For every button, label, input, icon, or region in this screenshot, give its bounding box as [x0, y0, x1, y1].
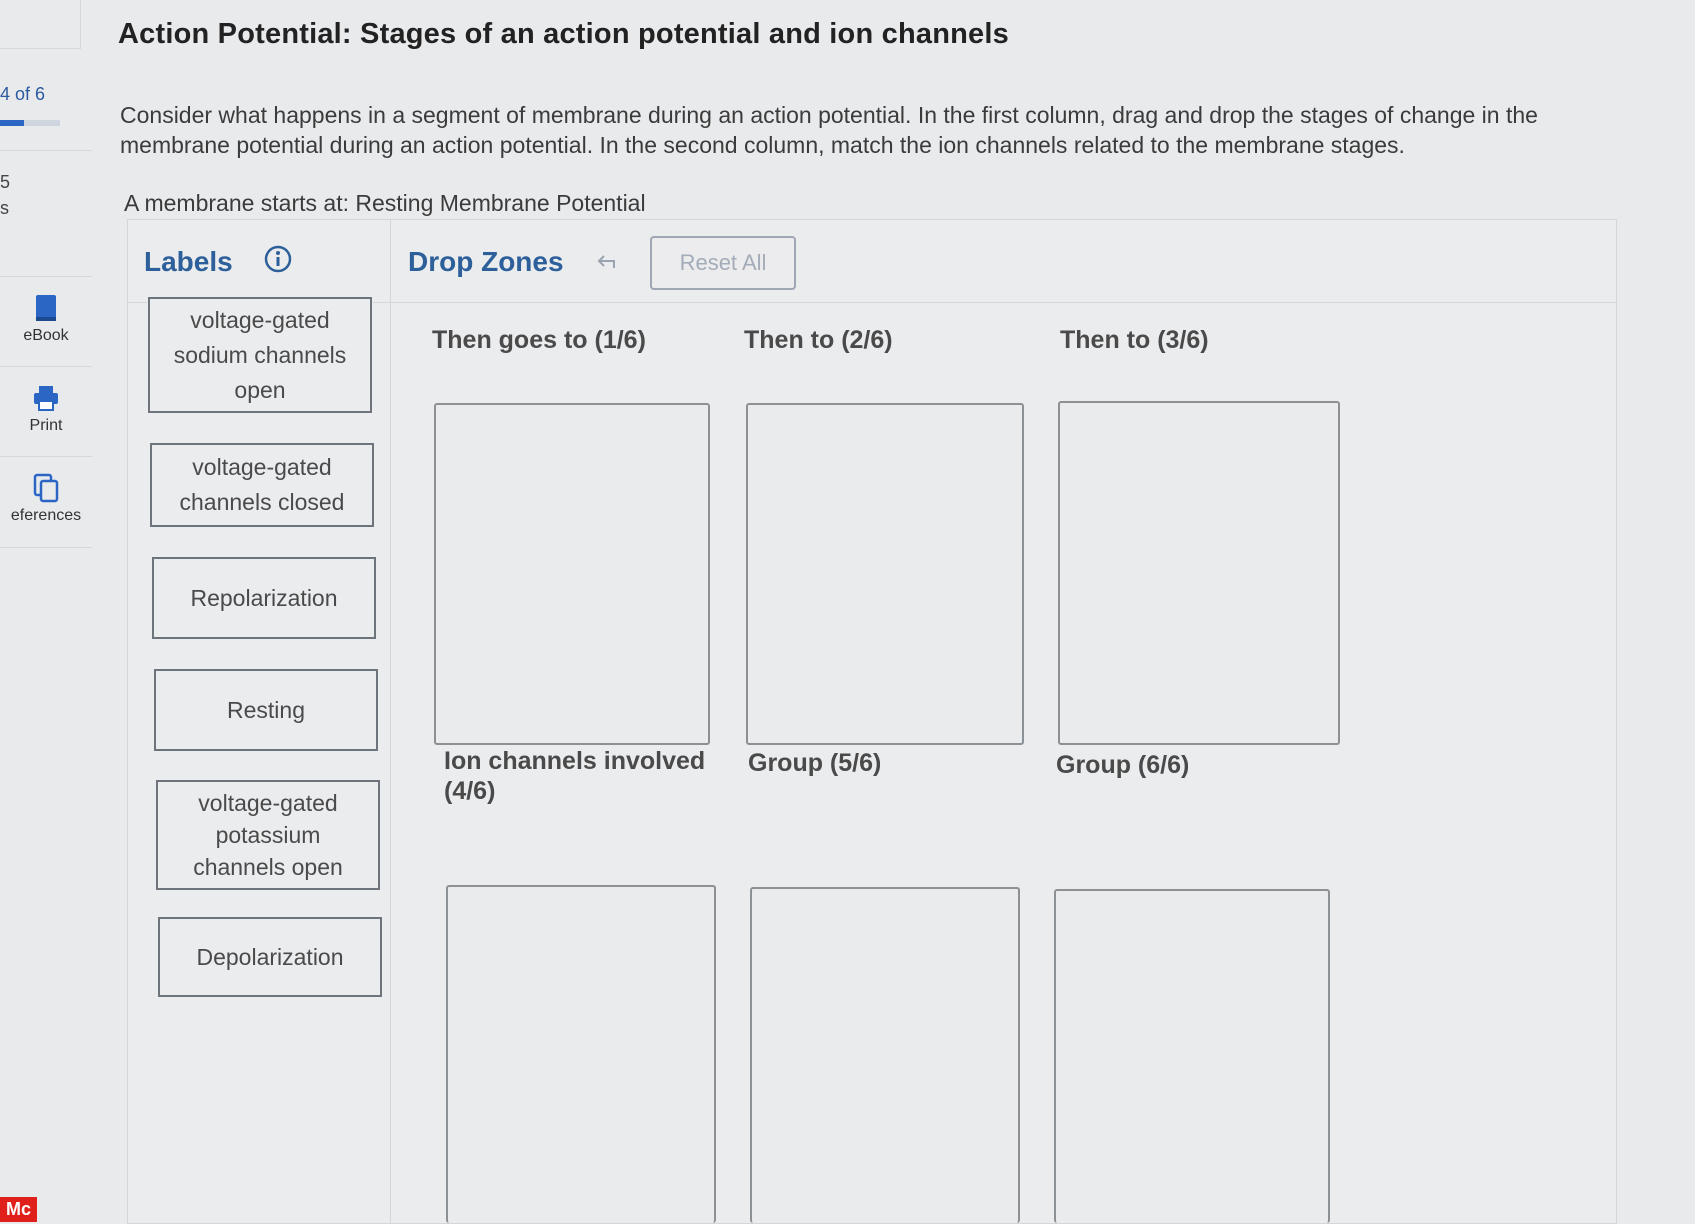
drop-zone-title: Group (5/6) [748, 749, 882, 777]
label-card[interactable]: voltage-gated potassium channels open [156, 780, 380, 890]
label-card[interactable]: voltage-gated channels closed [150, 443, 374, 527]
label-card[interactable]: Repolarization [152, 557, 376, 639]
drop-zone-title: Then to (3/6) [1060, 326, 1209, 354]
question-progress-fill [0, 120, 24, 126]
drop-zone-title: Then goes to (1/6) [432, 326, 646, 354]
rail-fragment: s [0, 198, 9, 218]
question-prompt: Consider what happens in a segment of me… [120, 102, 1538, 158]
drop-zone-4[interactable] [446, 885, 716, 1223]
references-button[interactable]: eferences [0, 456, 92, 548]
label-card[interactable]: voltage-gated sodium channels open [148, 297, 372, 413]
printer-icon [34, 386, 58, 411]
question-title: Action Potential: Stages of an action po… [118, 18, 1009, 50]
question-progress-bar [0, 120, 60, 126]
drop-zone-title: Then to (2/6) [744, 326, 893, 354]
drop-zone-3[interactable] [1058, 401, 1340, 745]
left-rail: 4 of 6 5 s eBook Print eferences Mc [0, 0, 92, 1222]
drop-zones-heading: Drop Zones [408, 246, 564, 277]
brand-logo: Mc [0, 1197, 38, 1222]
reset-all-button[interactable]: Reset All [650, 236, 796, 290]
copy-icon [33, 473, 59, 503]
labels-heading: Labels [144, 246, 233, 277]
drop-zone-title: Group (6/6) [1056, 751, 1190, 779]
drag-drop-panel: Labels Drop Zones Reset All voltage-gate… [127, 219, 1617, 1224]
drop-zone-1[interactable] [434, 403, 710, 745]
label-card[interactable]: Resting [154, 669, 378, 751]
print-label: Print [29, 417, 63, 434]
drop-zone-6[interactable] [1054, 889, 1330, 1223]
drop-zone-title: Ion channels involved (4/6) [444, 747, 706, 805]
drop-zone-2[interactable] [746, 403, 1024, 745]
rail-divider [0, 150, 92, 151]
label-card[interactable]: Depolarization [158, 917, 382, 997]
book-icon [36, 295, 56, 321]
rail-fragment: 5 [0, 172, 11, 192]
info-icon[interactable] [264, 245, 292, 273]
rail-top-box[interactable] [0, 0, 81, 49]
ebook-button[interactable]: eBook [0, 276, 92, 367]
start-state-text: A membrane starts at: Resting Membrane P… [124, 190, 646, 216]
panel-column-divider [390, 220, 391, 1223]
ebook-label: eBook [23, 327, 69, 344]
panel-header [128, 220, 1616, 303]
drop-zone-5[interactable] [750, 887, 1020, 1223]
undo-icon[interactable] [596, 252, 620, 272]
print-button[interactable]: Print [0, 366, 92, 457]
question-counter[interactable]: 4 of 6 [0, 84, 45, 105]
references-label: eferences [10, 507, 82, 524]
